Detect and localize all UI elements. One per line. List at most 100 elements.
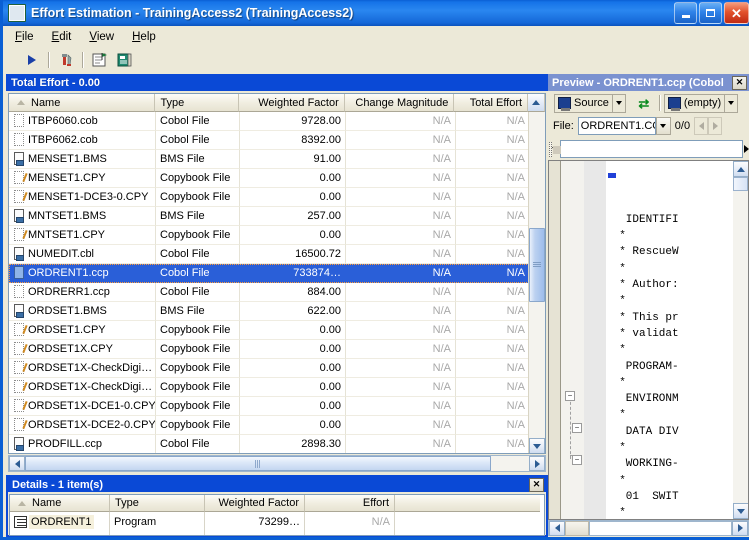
table-row[interactable]: ORDRENT1.ccpCobol File733874…N/AN/A bbox=[9, 264, 545, 283]
bookmark-icon[interactable] bbox=[549, 142, 552, 157]
preview-source-button[interactable]: Source bbox=[554, 94, 613, 113]
preview-search-go-button[interactable] bbox=[744, 140, 749, 158]
editor-fold-margin[interactable]: − − − bbox=[561, 161, 584, 519]
dotted-file-icon bbox=[13, 285, 26, 299]
chevron-right-icon-5 bbox=[738, 524, 743, 532]
cell-name-label: NUMEDIT.cbl bbox=[28, 248, 94, 260]
preview-prev-button[interactable] bbox=[694, 117, 708, 135]
column-header-weighted-factor[interactable]: Weighted Factor bbox=[239, 94, 345, 112]
preview-empty-button[interactable]: (empty) bbox=[664, 94, 725, 113]
list-vertical-scrollbar[interactable] bbox=[528, 112, 545, 454]
dotted-file-icon bbox=[13, 133, 26, 147]
hscroll-thumb[interactable] bbox=[25, 456, 491, 471]
close-button[interactable]: ✕ bbox=[724, 2, 749, 24]
editor-hscroll-left-button[interactable] bbox=[549, 521, 565, 536]
table-row[interactable]: ITBP6062.cobCobol File8392.00N/AN/A bbox=[9, 131, 545, 150]
details-column-name[interactable]: Name bbox=[10, 495, 110, 512]
list-scroll-down-button[interactable] bbox=[529, 438, 545, 454]
cell-change-magnitude: N/A bbox=[346, 321, 456, 340]
preview-file-combo-button[interactable] bbox=[656, 117, 671, 135]
table-row[interactable]: ORDSET1X-CheckDigi…Copybook File0.00N/AN… bbox=[9, 378, 545, 397]
icon-badge bbox=[16, 255, 24, 261]
cell-total-effort: N/A bbox=[456, 359, 530, 378]
preview-empty-dropdown[interactable] bbox=[725, 94, 738, 113]
editor-hscroll-thumb-left[interactable] bbox=[565, 521, 589, 536]
table-row[interactable]: ORDSET1X-DCE1-0.CPYCopybook File0.00N/AN… bbox=[9, 397, 545, 416]
menu-item-view[interactable]: View bbox=[80, 28, 123, 46]
table-row[interactable]: MNTSET1.CPYCopybook File0.00N/AN/A bbox=[9, 226, 545, 245]
hscroll-right-button[interactable] bbox=[529, 456, 545, 471]
monitor-icon bbox=[558, 97, 571, 109]
table-row[interactable]: MENSET1.BMSBMS File91.00N/AN/A bbox=[9, 150, 545, 169]
code-preview-editor[interactable]: − − − IDENTIFI * * RescueW * * Author: *… bbox=[548, 160, 749, 520]
details-column-weighted-factor[interactable]: Weighted Factor bbox=[205, 495, 305, 512]
editor-scroll-up-button[interactable] bbox=[733, 161, 749, 177]
details-column-type[interactable]: Type bbox=[110, 495, 205, 512]
preview-file-combo[interactable]: ORDRENT1.CCP bbox=[578, 117, 656, 135]
cell-total-effort: N/A bbox=[456, 416, 530, 435]
details-close-button[interactable]: ✕ bbox=[529, 478, 544, 492]
report-button[interactable] bbox=[112, 49, 136, 71]
chevron-up-icon-2 bbox=[737, 167, 745, 172]
properties-button[interactable] bbox=[88, 49, 112, 71]
table-row[interactable]: ORDSET1X-DCE2-0.CPYCopybook File0.00N/AN… bbox=[9, 416, 545, 435]
table-row[interactable]: MENSET1.CPYCopybook File0.00N/AN/A bbox=[9, 169, 545, 188]
editor-hscroll-track[interactable] bbox=[589, 521, 732, 536]
preview-source-dropdown[interactable] bbox=[613, 94, 626, 113]
fold-marker-1[interactable]: − bbox=[565, 391, 575, 401]
column-header-name[interactable]: Name bbox=[9, 94, 155, 112]
fold-marker-2[interactable]: − bbox=[572, 423, 582, 433]
tools-button[interactable] bbox=[54, 49, 78, 71]
table-row[interactable]: MENSET1-DCE3-0.CPYCopybook File0.00N/AN/… bbox=[9, 188, 545, 207]
column-header-total-effort[interactable]: Total Effort bbox=[454, 94, 528, 112]
list-horizontal-scrollbar[interactable] bbox=[8, 455, 546, 472]
details-column-effort[interactable]: Effort bbox=[305, 495, 395, 512]
table-row[interactable]: ITBP6060.cobCobol File9728.00N/AN/A bbox=[9, 112, 545, 131]
cell-change-magnitude: N/A bbox=[346, 226, 456, 245]
menu-item-file[interactable]: File bbox=[6, 28, 43, 46]
menu-item-edit[interactable]: Edit bbox=[43, 28, 81, 46]
minimize-button[interactable] bbox=[674, 2, 697, 24]
editor-code-text[interactable]: IDENTIFI * * RescueW * * Author: * * Thi… bbox=[606, 161, 748, 519]
hscroll-left-button[interactable] bbox=[9, 456, 25, 471]
icon-page bbox=[14, 285, 24, 298]
fold-marker-3[interactable]: − bbox=[572, 455, 582, 465]
run-button[interactable] bbox=[20, 49, 44, 71]
editor-scroll-down-button[interactable] bbox=[733, 503, 749, 519]
cell-name-label: ITBP6062.cob bbox=[28, 134, 98, 146]
column-header-change-magnitude[interactable]: Change Magnitude bbox=[345, 94, 455, 112]
cell-change-magnitude: N/A bbox=[346, 302, 456, 321]
list-header-row: Name Type Weighted Factor Change Magnitu… bbox=[9, 94, 545, 112]
table-row[interactable]: ORDSET1.CPYCopybook File0.00N/AN/A bbox=[9, 321, 545, 340]
table-row[interactable]: ORDRERR1.ccpCobol File884.00N/AN/A bbox=[9, 283, 545, 302]
details-row[interactable]: ORDRENT1Program73299…N/A bbox=[10, 512, 544, 531]
details-empty-row bbox=[10, 531, 544, 536]
column-header-type[interactable]: Type bbox=[155, 94, 239, 112]
preview-close-button[interactable]: ✕ bbox=[732, 76, 747, 90]
code-line: * bbox=[606, 440, 748, 456]
menu-item-help[interactable]: Help bbox=[123, 28, 165, 46]
table-row[interactable]: PRODFILL.ccpCobol File2898.30N/AN/A bbox=[9, 435, 545, 454]
editor-scrollbar-thumb[interactable] bbox=[733, 177, 748, 191]
table-row[interactable]: ORDSET1X-CheckDigi…Copybook File0.00N/AN… bbox=[9, 359, 545, 378]
editor-vertical-scrollbar[interactable] bbox=[733, 161, 748, 519]
table-row[interactable]: ORDSET1X.CPYCopybook File0.00N/AN/A bbox=[9, 340, 545, 359]
file-list-view[interactable]: Name Type Weighted Factor Change Magnitu… bbox=[8, 93, 546, 454]
editor-horizontal-scrollbar[interactable] bbox=[548, 520, 749, 536]
list-scroll-up-button[interactable] bbox=[528, 94, 545, 112]
table-row[interactable]: ORDSET1.BMSBMS File622.00N/AN/A bbox=[9, 302, 545, 321]
table-row[interactable]: MNTSET1.BMSBMS File257.00N/AN/A bbox=[9, 207, 545, 226]
cell-total-effort: N/A bbox=[456, 397, 530, 416]
editor-hscroll-right-button[interactable] bbox=[732, 521, 748, 536]
bms-file-icon bbox=[13, 209, 26, 223]
preview-refresh-button[interactable]: ⇄ bbox=[632, 92, 656, 114]
icon-page bbox=[14, 114, 24, 127]
preview-next-button[interactable] bbox=[708, 117, 722, 135]
cell-name-label: PRODFILL.ccp bbox=[28, 438, 102, 450]
table-row[interactable]: NUMEDIT.cblCobol File16500.72N/AN/A bbox=[9, 245, 545, 264]
list-scrollbar-thumb[interactable] bbox=[529, 228, 545, 302]
preview-search-input[interactable] bbox=[560, 140, 743, 158]
maximize-button[interactable] bbox=[699, 2, 722, 24]
details-grid[interactable]: Name Type Weighted Factor Effort ORDRENT… bbox=[9, 494, 545, 536]
cell-total-effort: N/A bbox=[456, 378, 530, 397]
